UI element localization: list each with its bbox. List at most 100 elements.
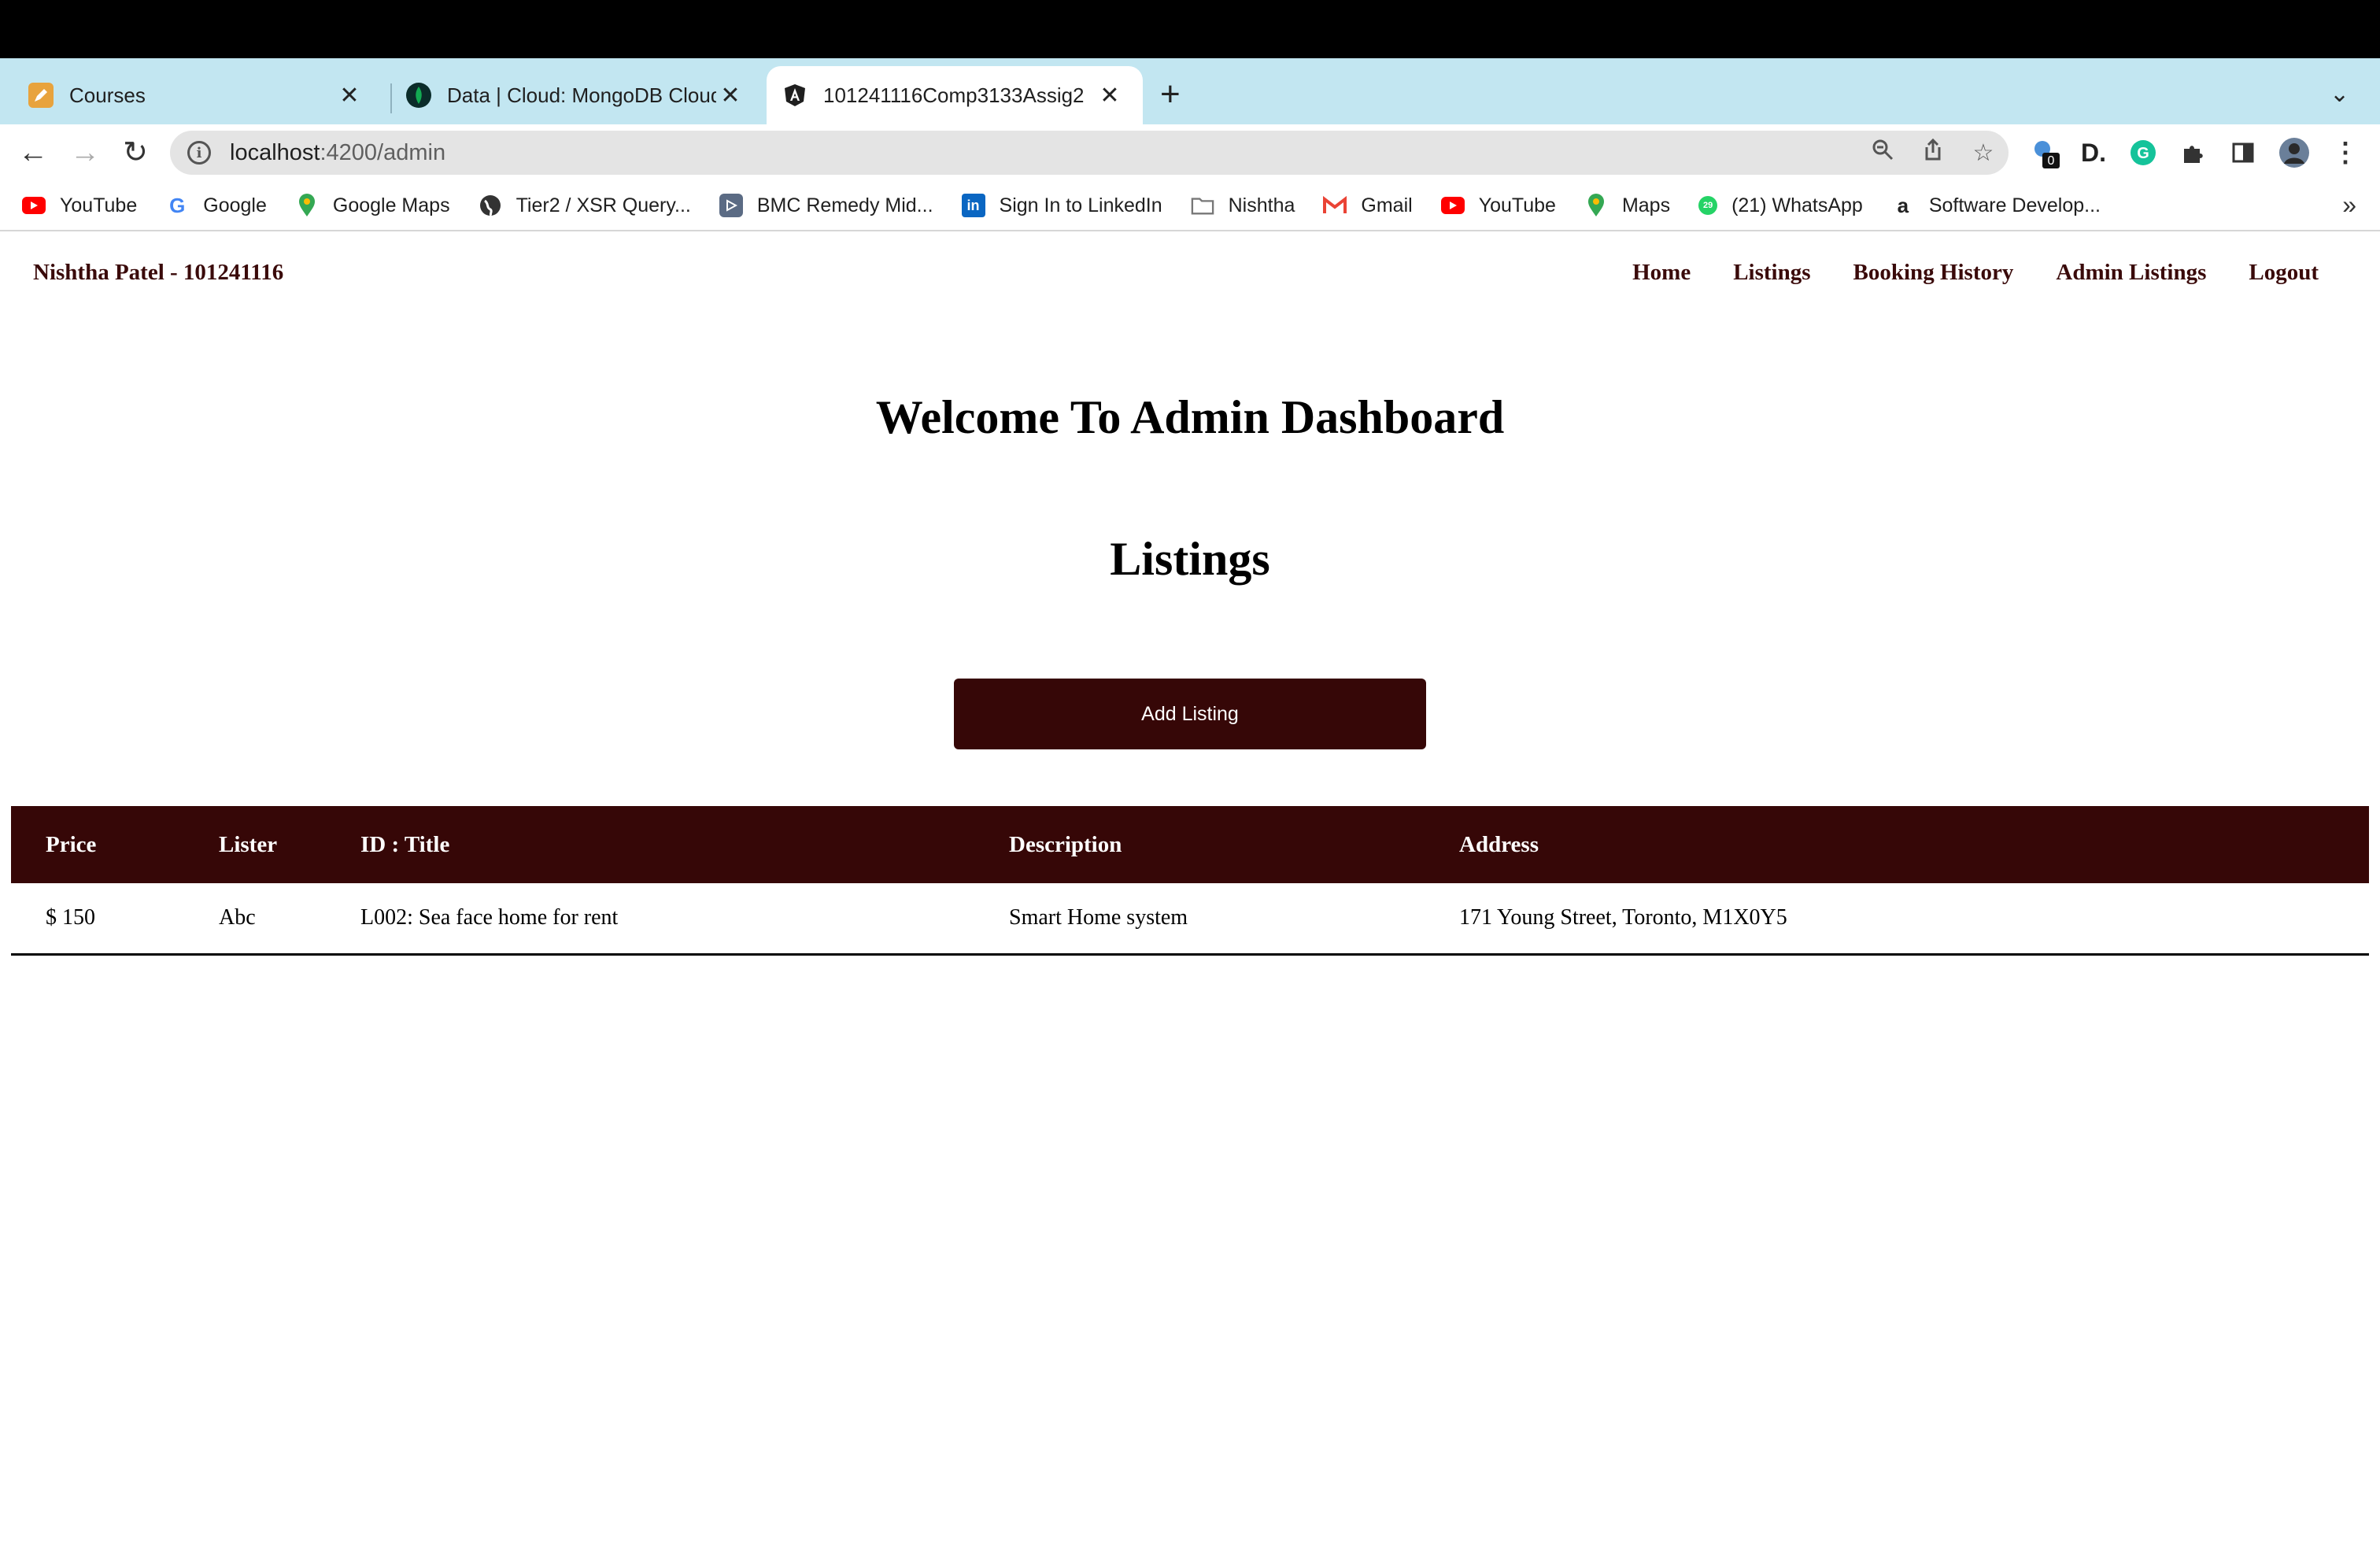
kebab-menu-icon[interactable]: ⋮ (2330, 137, 2361, 168)
site-info-icon[interactable]: i (187, 141, 211, 165)
url-text[interactable]: localhost:4200/admin (230, 140, 1857, 166)
tab-title: Courses (69, 83, 146, 107)
site-brand: Nishtha Patel - 101241116 (33, 260, 284, 285)
angular-icon (782, 83, 808, 108)
bookmark-google-maps[interactable]: Google Maps (295, 194, 450, 217)
bookmark-label: Maps (1621, 194, 1671, 216)
tab-courses[interactable]: Courses ✕ (0, 66, 382, 124)
bookmark-label: Tier2 / XSR Query... (516, 194, 691, 216)
profile-avatar[interactable] (2278, 137, 2310, 168)
url-path: :4200/admin (320, 139, 446, 165)
amazon-icon: a (1897, 193, 1909, 217)
url-host: localhost (230, 139, 320, 165)
bookmarks-bar: YouTube G Google Google Maps Tier2 / XSR… (0, 181, 2380, 231)
youtube-icon (1440, 197, 1465, 214)
svg-text:G: G (2137, 145, 2149, 162)
bookmark-label: Gmail (1361, 194, 1413, 216)
bookmark-amazon[interactable]: a Software Develop... (1891, 194, 2101, 217)
tab-strip: Courses ✕ Data | Cloud: MongoDB Cloud ✕ … (0, 58, 2380, 124)
tab-title: 101241116Comp3133Assig2 (823, 83, 1085, 107)
grammarly-icon[interactable]: G (2127, 137, 2159, 168)
bookmark-folder-nishtha[interactable]: Nishtha (1191, 194, 1295, 217)
bookmark-label: Google Maps (332, 194, 450, 216)
cell-description: Smart Home system (974, 883, 1425, 956)
bookmark-gmail[interactable]: Gmail (1323, 194, 1413, 217)
bookmarks-overflow-icon[interactable]: » (2342, 190, 2356, 220)
reload-icon[interactable]: ↻ (116, 135, 154, 170)
share-icon[interactable] (1908, 138, 1958, 168)
bookmark-youtube[interactable]: YouTube (22, 194, 137, 217)
bookmark-label: (21) WhatsApp (1731, 194, 1863, 216)
page-title: Welcome To Admin Dashboard (875, 391, 1505, 443)
tab-angular-app[interactable]: 101241116Comp3133Assig2 ✕ (767, 66, 1143, 124)
puzzle-extensions-icon[interactable] (2177, 137, 2208, 168)
close-icon[interactable]: ✕ (716, 82, 745, 109)
nav-booking-history[interactable]: Booking History (1853, 260, 2014, 286)
new-tab-plus-icon[interactable]: + (1160, 77, 1181, 112)
maps-pin-icon (295, 194, 319, 217)
folder-icon (1191, 194, 1214, 217)
close-icon[interactable]: ✕ (1096, 82, 1124, 109)
table-row[interactable]: $ 150 Abc L002: Sea face home for rent S… (11, 883, 2369, 956)
bookmark-tier2[interactable]: Tier2 / XSR Query... (479, 194, 691, 217)
column-header-description: Description (974, 806, 1425, 883)
linkedin-icon: in (961, 194, 985, 217)
chevron-down-icon[interactable]: ⌄ (2330, 80, 2349, 108)
table-header-row: Price Lister ID : Title Description Addr… (11, 806, 2369, 883)
nav-home[interactable]: Home (1632, 260, 1691, 286)
google-icon: G (169, 193, 186, 217)
column-header-lister: Lister (184, 806, 326, 883)
svg-text:0: 0 (2048, 154, 2055, 168)
bookmark-whatsapp[interactable]: 29 (21) WhatsApp (1698, 194, 1863, 217)
cell-address: 171 Young Street, Toronto, M1X0Y5 (1425, 883, 2369, 956)
bookmark-label: Software Develop... (1928, 194, 2101, 216)
add-listing-button[interactable]: Add Listing (954, 679, 1426, 749)
address-bar[interactable]: i localhost:4200/admin ☆ (170, 131, 2009, 175)
close-icon[interactable]: ✕ (335, 82, 364, 109)
tab-mongodb[interactable]: Data | Cloud: MongoDB Cloud ✕ (394, 66, 763, 124)
whatsapp-icon: 29 (1698, 196, 1718, 215)
bookmark-label: YouTube (1478, 194, 1556, 216)
browser-toolbar: ← → ↻ i localhost:4200/admin ☆ 0 D. G ⋮ (0, 124, 2380, 181)
site-navbar: Nishtha Patel - 101241116 Home Listings … (0, 233, 2380, 312)
gmail-icon (1323, 194, 1347, 217)
cell-price: $ 150 (11, 883, 184, 956)
extension-badge-icon[interactable]: 0 (2029, 137, 2060, 168)
nav-listings[interactable]: Listings (1733, 260, 1810, 286)
dashlane-icon[interactable]: D. (2078, 137, 2109, 168)
globe-icon (479, 194, 502, 217)
bookmark-label: YouTube (60, 194, 138, 216)
tab-title: Data | Cloud: MongoDB Cloud (447, 83, 716, 107)
bookmark-label: Nishtha (1228, 194, 1295, 216)
bookmark-youtube-2[interactable]: YouTube (1440, 194, 1556, 217)
side-panel-icon[interactable] (2227, 137, 2259, 168)
section-title: Listings (1110, 533, 1270, 585)
bookmark-label: Google (203, 194, 267, 216)
courses-icon (28, 83, 54, 108)
youtube-icon (22, 197, 46, 214)
tab-separator (390, 83, 392, 113)
column-header-address: Address (1425, 806, 2369, 883)
bookmark-star-icon[interactable]: ☆ (1958, 139, 2009, 167)
cell-id-title: L002: Sea face home for rent (326, 883, 974, 956)
nav-admin-listings[interactable]: Admin Listings (2056, 260, 2206, 286)
forward-arrow-icon[interactable]: → (66, 135, 104, 170)
bookmark-bmc-remedy[interactable]: BMC Remedy Mid... (719, 194, 933, 217)
back-arrow-icon[interactable]: ← (14, 135, 52, 170)
bookmark-label: BMC Remedy Mid... (756, 194, 933, 216)
bookmark-google[interactable]: G Google (165, 194, 267, 217)
bmc-icon (719, 194, 743, 217)
admin-dashboard-page: Nishtha Patel - 101241116 Home Listings … (0, 233, 2380, 1546)
nav-links: Home Listings Booking History Admin List… (1590, 260, 2319, 286)
bookmark-maps[interactable]: Maps (1584, 194, 1670, 217)
bookmark-linkedin[interactable]: in Sign In to LinkedIn (961, 194, 1162, 217)
listings-table: Price Lister ID : Title Description Addr… (11, 806, 2369, 956)
mongodb-icon (406, 83, 431, 108)
cell-lister: Abc (184, 883, 326, 956)
bookmark-label: Sign In to LinkedIn (999, 194, 1162, 216)
column-header-id-title: ID : Title (326, 806, 974, 883)
os-menu-bar (0, 0, 2380, 58)
zoom-icon[interactable] (1857, 138, 1908, 168)
column-header-price: Price (11, 806, 184, 883)
nav-logout[interactable]: Logout (2249, 260, 2319, 286)
